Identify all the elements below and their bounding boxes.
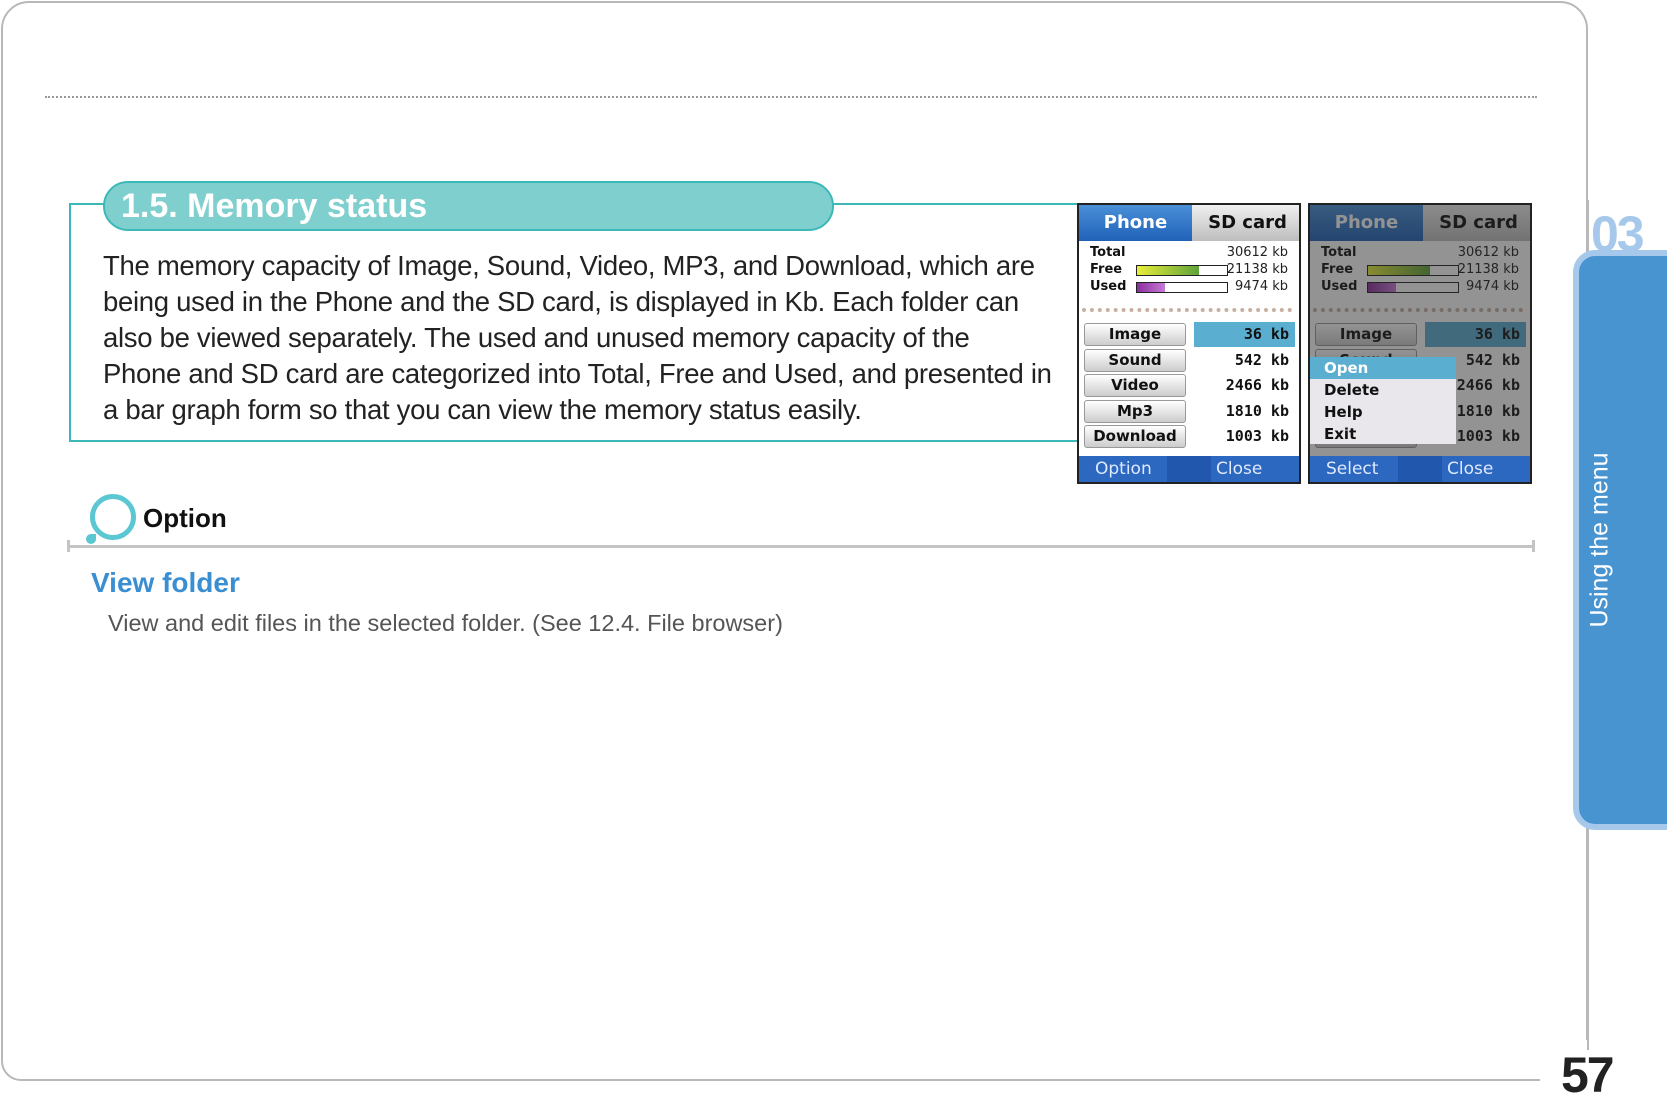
softkey-close[interactable]: Close xyxy=(1447,456,1493,482)
page-frame xyxy=(1,1,1588,1081)
dotted-separator xyxy=(1082,308,1292,312)
stat-label: Total xyxy=(1090,245,1126,260)
chapter-number: 03 xyxy=(1591,206,1645,262)
memory-bar xyxy=(1136,265,1228,276)
stat-value: 9474 kb xyxy=(1235,279,1288,294)
folder-button-sound[interactable]: Sound xyxy=(1084,348,1186,372)
menu-item-help[interactable]: Help xyxy=(1310,401,1456,423)
divider-cap xyxy=(67,540,70,552)
folder-button-mp3[interactable]: Mp3 xyxy=(1084,399,1186,423)
box-bottom-line xyxy=(69,440,1078,442)
softkey-close[interactable]: Close xyxy=(1216,456,1262,482)
folder-size: 36 kb xyxy=(1194,322,1295,347)
stat-value: 30612 kb xyxy=(1226,245,1288,260)
memory-bar xyxy=(1136,282,1228,293)
stat-label: Free xyxy=(1090,262,1123,277)
tab-sd-card[interactable]: SD card xyxy=(1192,205,1299,241)
folder-button-video[interactable]: Video xyxy=(1084,374,1186,397)
option-divider xyxy=(67,545,1535,548)
option-description: View and edit files in the selected fold… xyxy=(108,610,783,636)
option-title-view-folder: View folder xyxy=(91,567,240,598)
softkey-bar: Select Close xyxy=(1310,456,1530,482)
softkey-left[interactable]: Select xyxy=(1326,456,1378,482)
folder-size: 542 kb xyxy=(1234,350,1289,369)
memory-bar-fill xyxy=(1137,266,1200,275)
menu-item-exit[interactable]: Exit xyxy=(1310,423,1456,445)
page-number: 57 xyxy=(1561,1047,1615,1103)
softkey-left[interactable]: Option xyxy=(1095,456,1152,482)
folder-button-image[interactable]: Image xyxy=(1084,323,1186,346)
menu-item-open[interactable]: Open xyxy=(1310,357,1456,379)
softkey-bar: Option Close xyxy=(1079,456,1299,482)
box-top-line xyxy=(832,203,1078,205)
stat-label: Used xyxy=(1090,279,1127,294)
folder-size: 2466 kb xyxy=(1225,376,1289,394)
box-top-line xyxy=(69,203,105,205)
section-body: The memory capacity of Image, Sound, Vid… xyxy=(103,250,1052,425)
option-icon-tail xyxy=(86,534,96,544)
phone-screen-memory-status: Phone SD card Total 30612 kb Free 21138 kb Use… xyxy=(1077,203,1301,484)
tab-phone[interactable]: Phone xyxy=(1079,205,1192,241)
box-left-line xyxy=(69,203,71,442)
folder-size: 1003 kb xyxy=(1225,427,1289,445)
option-menu: Open Delete Help Exit xyxy=(1310,357,1456,444)
divider-cap xyxy=(1532,540,1535,552)
dotted-divider xyxy=(45,96,1537,98)
folder-size: 1810 kb xyxy=(1225,401,1289,420)
option-heading: Option xyxy=(143,503,227,533)
phone-screen-option-menu: PhoneSD cardTotal30612 kbFree21138 kbUse… xyxy=(1308,203,1532,484)
chapter-title: Using the menu xyxy=(1585,452,1614,628)
folder-button-download[interactable]: Download xyxy=(1084,425,1186,448)
menu-item-delete[interactable]: Delete xyxy=(1310,379,1456,401)
section-title: 1.5. Memory status xyxy=(103,181,834,231)
option-circle-icon xyxy=(90,494,136,540)
stat-value: 21138 kb xyxy=(1226,262,1288,277)
memory-bar-fill xyxy=(1137,283,1165,292)
